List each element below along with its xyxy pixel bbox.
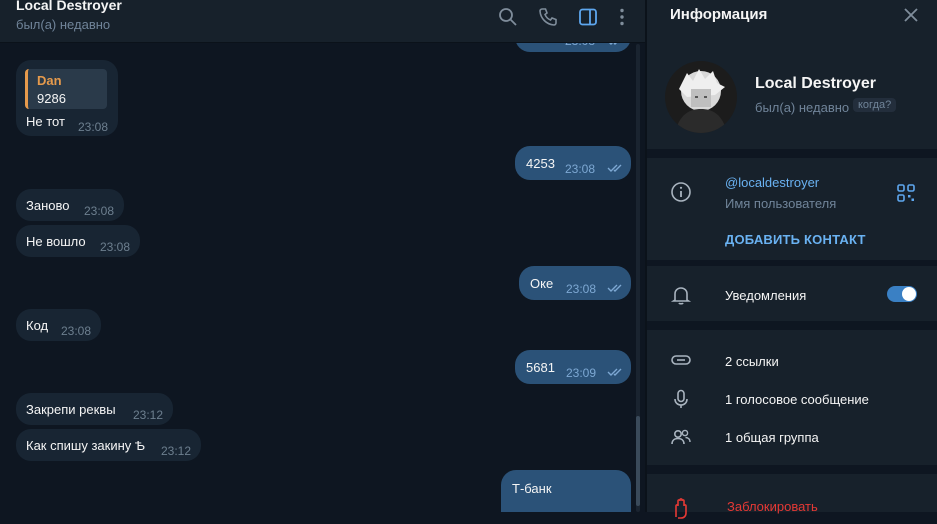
message-bubble[interactable]: Т-банк: [501, 470, 631, 512]
message-time: 23:08: [78, 120, 109, 134]
notifications-label: Уведомления: [725, 288, 807, 303]
message-time: 23:08: [566, 282, 597, 296]
message-time: 23:08: [61, 324, 92, 338]
message-time: 23:08: [565, 162, 596, 176]
message-text: Как спишу закину Ѣ: [26, 438, 145, 453]
chat-scrollbar[interactable]: [636, 44, 640, 512]
message-text: Код: [26, 318, 49, 333]
group-icon: [670, 426, 692, 448]
add-contact-button[interactable]: ДОБАВИТЬ КОНТАКТ: [725, 232, 866, 247]
more-vertical-icon[interactable]: [611, 6, 633, 28]
section-separator: [647, 321, 937, 330]
message-bubble[interactable]: Dan 9286 Не тот 23:08: [16, 60, 118, 136]
chat-title[interactable]: Local Destroyer: [16, 0, 122, 13]
message-bubble[interactable]: Не вошло 23:08: [16, 225, 140, 257]
reply-author: Dan: [37, 73, 62, 88]
profile-name: Local Destroyer: [755, 75, 876, 92]
info-icon: [670, 181, 692, 203]
message-bubble[interactable]: Как спишу закину Ѣ 23:12: [16, 429, 201, 461]
chat-area: 23:08 Dan 9286 Не тот 23:08 4253 23:08 З…: [0, 0, 645, 512]
hand-block-icon: [670, 497, 692, 519]
phone-icon[interactable]: [537, 6, 559, 28]
when-button[interactable]: когда?: [853, 98, 897, 112]
message-text: 4253: [526, 156, 555, 171]
profile-status: был(а) недавно: [755, 100, 850, 115]
message-bubble[interactable]: Заново 23:08: [16, 189, 124, 221]
username-label: Имя пользователя: [725, 196, 837, 211]
chat-status: был(а) недавно: [16, 17, 111, 32]
message-time: 23:09: [566, 366, 597, 380]
chat-header: Local Destroyer был(а) недавно: [0, 0, 645, 43]
notifications-toggle[interactable]: [887, 286, 917, 302]
message-text: Т-банк: [512, 481, 552, 496]
common-groups[interactable]: 1 общая группа: [725, 430, 819, 445]
message-text: Закрепи реквы: [26, 402, 116, 417]
search-icon[interactable]: [497, 6, 519, 28]
info-title: Информация: [670, 6, 768, 23]
info-panel: Информация Local Destroyer был(а) недавн…: [647, 0, 937, 519]
message-bubble[interactable]: Код 23:08: [16, 309, 101, 341]
avatar[interactable]: [665, 61, 737, 133]
message-time: 23:12: [161, 444, 192, 458]
message-bubble[interactable]: Оке 23:08: [519, 266, 631, 300]
message-text: Заново: [26, 198, 70, 213]
scrollbar-thumb[interactable]: [636, 416, 640, 506]
shared-voice-messages[interactable]: 1 голосовое сообщение: [725, 392, 869, 407]
bell-icon: [670, 284, 692, 306]
message-text: Не тот: [26, 114, 65, 129]
reply-text: 9286: [37, 91, 66, 106]
message-time: 23:08: [84, 204, 115, 218]
section-separator: [647, 260, 937, 266]
message-bubble[interactable]: 5681 23:09: [515, 350, 631, 384]
message-text: 5681: [526, 360, 555, 375]
shared-links[interactable]: 2 ссылки: [725, 354, 779, 369]
reply-quote[interactable]: Dan 9286: [25, 69, 107, 109]
double-check-icon: [607, 368, 622, 376]
section-separator: [647, 465, 937, 474]
microphone-icon: [670, 388, 692, 410]
message-bubble[interactable]: 4253 23:08: [515, 146, 631, 180]
close-icon[interactable]: [902, 6, 920, 24]
qr-code-icon[interactable]: [895, 182, 917, 204]
username-link[interactable]: @localdestroyer: [725, 175, 819, 190]
double-check-icon: [607, 284, 622, 292]
toggle-knob: [902, 287, 916, 301]
sidebar-toggle-icon[interactable]: [577, 6, 599, 28]
message-time: 23:08: [100, 240, 131, 254]
message-text: Оке: [530, 276, 554, 291]
section-separator: [647, 149, 937, 158]
link-icon: [670, 349, 692, 371]
double-check-icon: [607, 164, 622, 172]
message-time: 23:12: [133, 408, 164, 422]
message-bubble[interactable]: Закрепи реквы 23:12: [16, 393, 173, 425]
message-text: Не вошло: [26, 234, 86, 249]
